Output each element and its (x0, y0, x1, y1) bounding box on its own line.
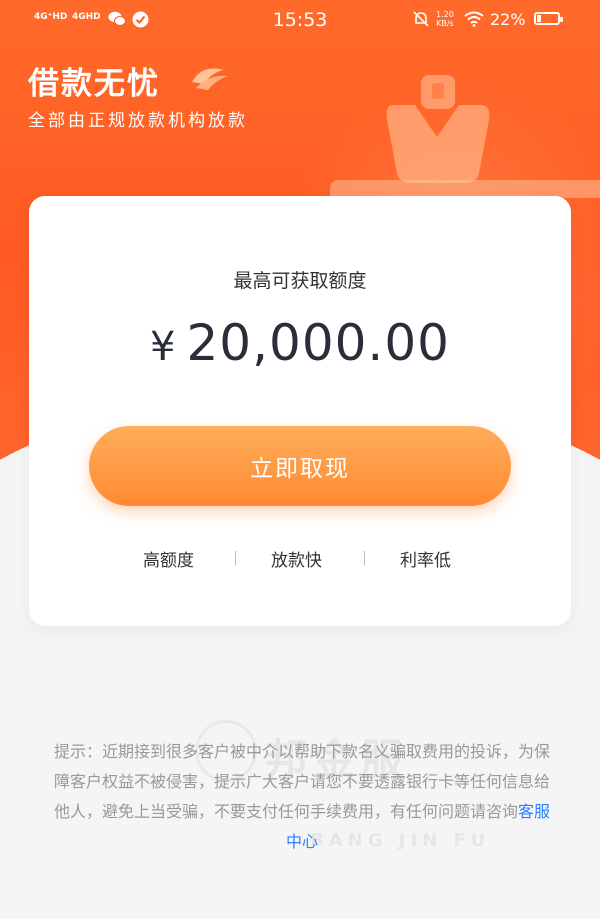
network-speed: 1.20 KB/s (436, 10, 454, 28)
feature-divider (364, 551, 365, 565)
brand-subtitle: 全部由正规放款机构放款 (28, 111, 248, 131)
withdraw-button[interactable]: 立即取现 (89, 426, 511, 506)
feature-fast-payout: 放款快 (271, 551, 322, 571)
feature-list: 高额度 放款快 利率低 (29, 546, 571, 572)
feature-divider (235, 551, 236, 565)
battery-icon (534, 12, 563, 25)
limit-amount: ¥20,000.00 (29, 314, 571, 372)
fraud-notice: 提示：近期接到很多客户被中介以帮助下款名义骗取费用的投诉，为保障客户权益不被侵害… (52, 737, 552, 857)
wallet-mascot-icon (386, 75, 490, 183)
amount-value: 20,000.00 (186, 314, 450, 372)
brand-title: 借款无忧 (28, 66, 160, 102)
brand-swoosh-icon (192, 68, 228, 90)
currency-symbol: ¥ (150, 324, 177, 370)
network-speed-value: 1.20 (436, 10, 454, 19)
wifi-icon (464, 11, 484, 27)
mute-bell-icon (413, 11, 429, 27)
credit-limit-card: 最高可获取额度 ¥20,000.00 立即取现 高额度 放款快 利率低 (29, 196, 571, 626)
limit-label: 最高可获取额度 (233, 270, 367, 292)
battery-percent: 22% (490, 10, 526, 29)
feature-high-limit: 高额度 (143, 551, 194, 571)
feature-low-rate: 利率低 (400, 551, 451, 571)
notice-text: 提示：近期接到很多客户被中介以帮助下款名义骗取费用的投诉，为保障客户权益不被侵害… (53, 742, 550, 821)
status-bar: 4G⁺HD 4GHD 15:53 1.20 KB/s 22% (0, 0, 600, 40)
network-speed-unit: KB/s (436, 19, 454, 28)
